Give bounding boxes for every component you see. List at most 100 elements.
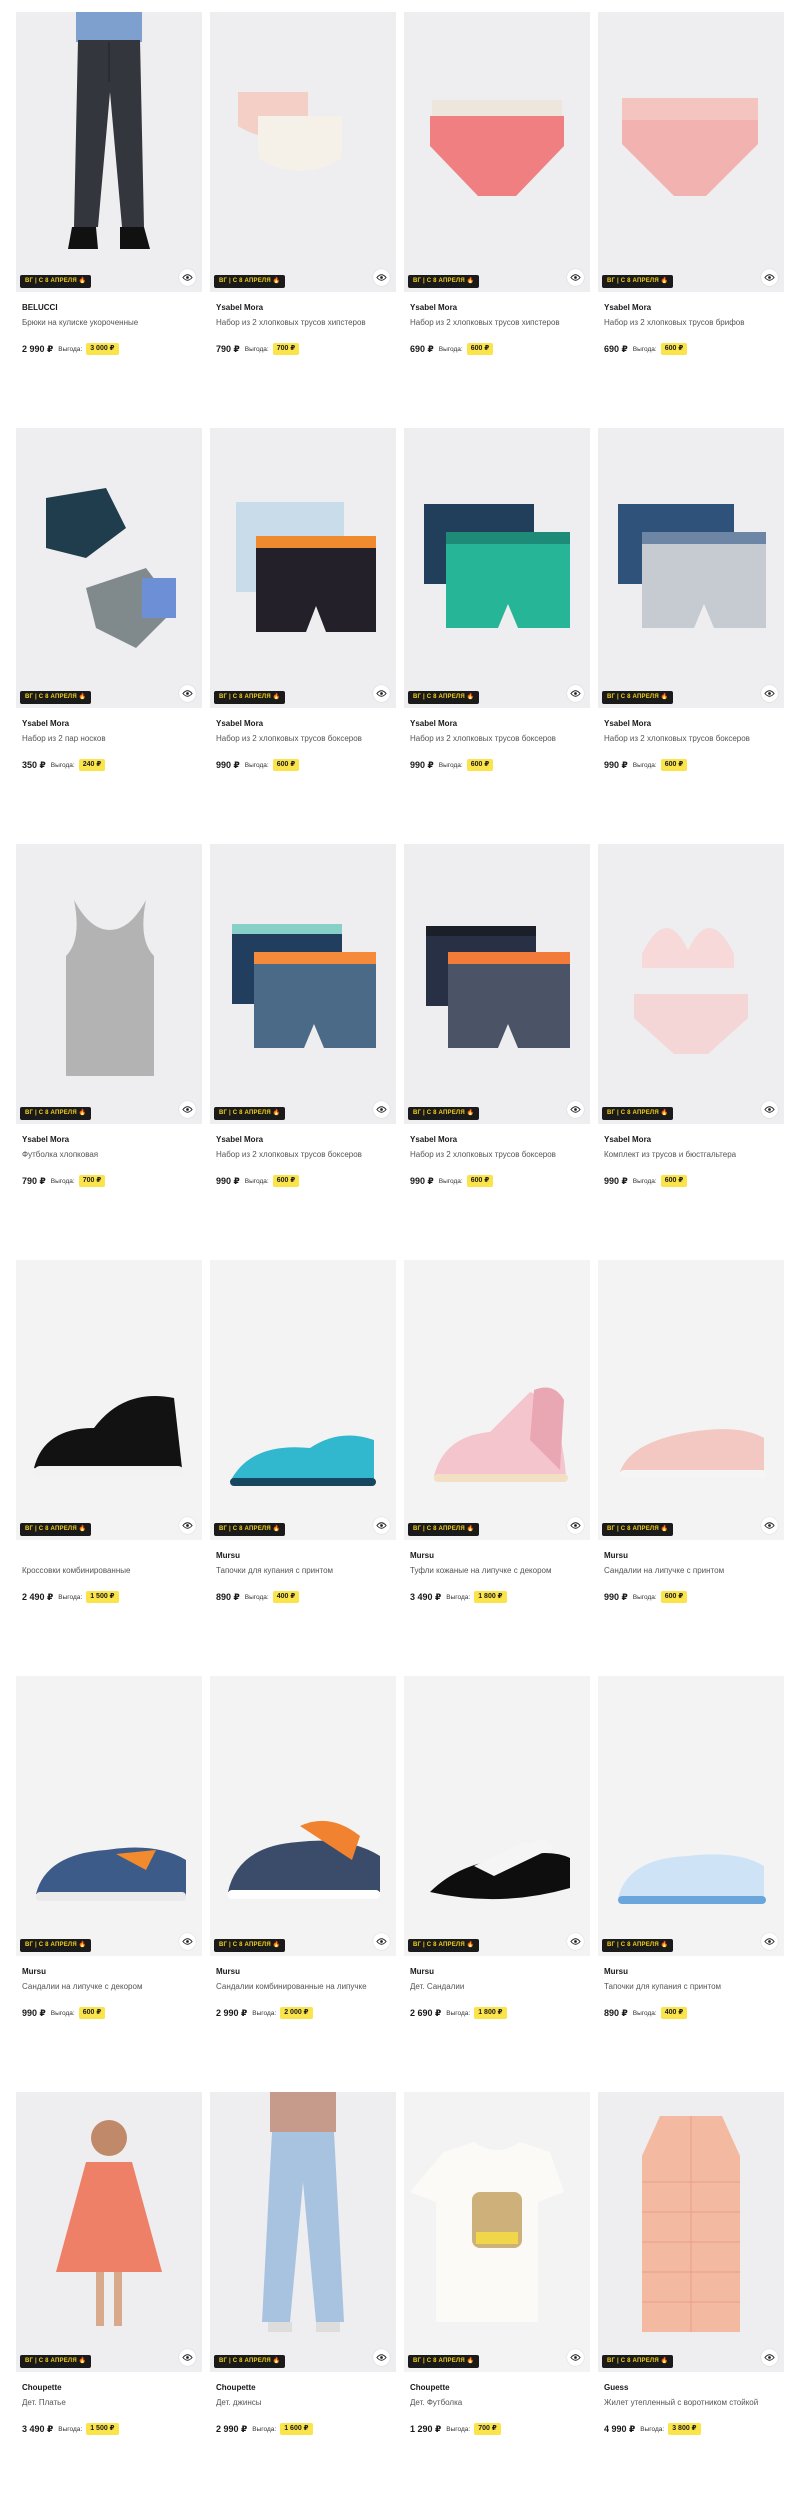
quick-view-eye-icon[interactable] — [567, 1101, 584, 1118]
product-card[interactable]: ВГ | С 8 АПРЕЛЯ 🔥 Ysabel Mora Набор из 2… — [404, 844, 590, 1252]
product-card[interactable]: ВГ | С 8 АПРЕЛЯ 🔥 Choupette Дет. джинсы … — [210, 2092, 396, 2500]
product-title[interactable]: Набор из 2 хлопковых трусов боксеров — [216, 733, 396, 744]
product-image[interactable]: ВГ | С 8 АПРЕЛЯ 🔥 — [210, 428, 396, 708]
quick-view-eye-icon[interactable] — [567, 1933, 584, 1950]
product-image[interactable]: ВГ | С 8 АПРЕЛЯ 🔥 — [598, 428, 784, 708]
product-image[interactable]: ВГ | С 8 АПРЕЛЯ 🔥 — [16, 844, 202, 1124]
product-title[interactable]: Дет. джинсы — [216, 2397, 396, 2408]
product-card[interactable]: ВГ | С 8 АПРЕЛЯ 🔥 Mursu Тапочки для купа… — [210, 1260, 396, 1668]
product-image[interactable]: ВГ | С 8 АПРЕЛЯ 🔥 — [210, 12, 396, 292]
product-image[interactable]: ВГ | С 8 АПРЕЛЯ 🔥 — [16, 2092, 202, 2372]
quick-view-eye-icon[interactable] — [761, 685, 778, 702]
product-title[interactable]: Набор из 2 хлопковых трусов боксеров — [216, 1149, 396, 1160]
product-card[interactable]: ВГ | С 8 АПРЕЛЯ 🔥 Кроссовки комбинирован… — [16, 1260, 202, 1668]
product-card[interactable]: ВГ | С 8 АПРЕЛЯ 🔥 Mursu Дет. Сандалии 2 … — [404, 1676, 590, 2084]
quick-view-eye-icon[interactable] — [567, 2349, 584, 2366]
product-card[interactable]: ВГ | С 8 АПРЕЛЯ 🔥 Choupette Дет. Футболк… — [404, 2092, 590, 2500]
product-title[interactable]: Комплект из трусов и бюстгальтера — [604, 1149, 784, 1160]
product-card[interactable]: ВГ | С 8 АПРЕЛЯ 🔥 Ysabel Mora Футболка х… — [16, 844, 202, 1252]
product-title[interactable]: Сандалии комбинированные на липучке — [216, 1981, 396, 1992]
quick-view-eye-icon[interactable] — [373, 269, 390, 286]
product-image[interactable]: ВГ | С 8 АПРЕЛЯ 🔥 — [404, 1676, 590, 1956]
product-image[interactable]: ВГ | С 8 АПРЕЛЯ 🔥 — [598, 844, 784, 1124]
product-title[interactable]: Набор из 2 хлопковых трусов боксеров — [410, 733, 590, 744]
product-title[interactable]: Набор из 2 пар носков — [22, 733, 202, 744]
quick-view-eye-icon[interactable] — [761, 1933, 778, 1950]
product-title[interactable]: Сандалии на липучке с декором — [22, 1981, 202, 1992]
product-image[interactable]: ВГ | С 8 АПРЕЛЯ 🔥 — [598, 1260, 784, 1540]
quick-view-eye-icon[interactable] — [373, 685, 390, 702]
quick-view-eye-icon[interactable] — [179, 1101, 196, 1118]
product-card[interactable]: ВГ | С 8 АПРЕЛЯ 🔥 Ysabel Mora Набор из 2… — [404, 12, 590, 420]
product-card[interactable]: ВГ | С 8 АПРЕЛЯ 🔥 Ysabel Mora Набор из 2… — [598, 428, 784, 836]
quick-view-eye-icon[interactable] — [179, 1517, 196, 1534]
quick-view-eye-icon[interactable] — [179, 685, 196, 702]
product-title[interactable]: Дет. Сандалии — [410, 1981, 590, 1992]
quick-view-eye-icon[interactable] — [567, 685, 584, 702]
product-card[interactable]: ВГ | С 8 АПРЕЛЯ 🔥 Ysabel Mora Комплект и… — [598, 844, 784, 1252]
product-title[interactable]: Кроссовки комбинированные — [22, 1565, 202, 1576]
product-card[interactable]: ВГ | С 8 АПРЕЛЯ 🔥 Mursu Туфли кожаные на… — [404, 1260, 590, 1668]
quick-view-eye-icon[interactable] — [373, 1101, 390, 1118]
product-title[interactable]: Дет. Платье — [22, 2397, 202, 2408]
product-card[interactable]: ВГ | С 8 АПРЕЛЯ 🔥 Mursu Сандалии на липу… — [598, 1260, 784, 1668]
product-title[interactable]: Туфли кожаные на липучке с декором — [410, 1565, 590, 1576]
product-image[interactable]: ВГ | С 8 АПРЕЛЯ 🔥 — [404, 2092, 590, 2372]
quick-view-eye-icon[interactable] — [761, 269, 778, 286]
product-brand: Ysabel Mora — [604, 719, 652, 728]
quick-view-eye-icon[interactable] — [179, 269, 196, 286]
product-image[interactable]: ВГ | С 8 АПРЕЛЯ 🔥 — [210, 1676, 396, 1956]
product-title[interactable]: Футболка хлопковая — [22, 1149, 202, 1160]
product-image[interactable]: ВГ | С 8 АПРЕЛЯ 🔥 — [598, 1676, 784, 1956]
product-image[interactable]: ВГ | С 8 АПРЕЛЯ 🔥 — [16, 1676, 202, 1956]
product-card[interactable]: ВГ | С 8 АПРЕЛЯ 🔥 Mursu Сандалии на липу… — [16, 1676, 202, 2084]
product-card[interactable]: ВГ | С 8 АПРЕЛЯ 🔥 Ysabel Mora Набор из 2… — [598, 12, 784, 420]
product-card[interactable]: ВГ | С 8 АПРЕЛЯ 🔥 Ysabel Mora Набор из 2… — [210, 428, 396, 836]
product-card[interactable]: ВГ | С 8 АПРЕЛЯ 🔥 Ysabel Mora Набор из 2… — [16, 428, 202, 836]
product-title[interactable]: Набор из 2 хлопковых трусов хипстеров — [216, 317, 396, 328]
product-image[interactable]: ВГ | С 8 АПРЕЛЯ 🔥 — [598, 2092, 784, 2372]
product-title[interactable]: Набор из 2 хлопковых трусов боксеров — [604, 733, 784, 744]
product-image[interactable]: ВГ | С 8 АПРЕЛЯ 🔥 — [210, 844, 396, 1124]
product-title[interactable]: Набор из 2 хлопковых трусов брифов — [604, 317, 784, 328]
quick-view-eye-icon[interactable] — [179, 2349, 196, 2366]
product-title[interactable]: Сандалии на липучке с принтом — [604, 1565, 784, 1576]
product-title[interactable]: Тапочки для купания с принтом — [604, 1981, 784, 1992]
product-card[interactable]: ВГ | С 8 АПРЕЛЯ 🔥 Choupette Дет. Платье … — [16, 2092, 202, 2500]
quick-view-eye-icon[interactable] — [373, 2349, 390, 2366]
product-image[interactable]: ВГ | С 8 АПРЕЛЯ 🔥 — [404, 844, 590, 1124]
product-image[interactable]: ВГ | С 8 АПРЕЛЯ 🔥 — [404, 12, 590, 292]
product-image[interactable]: ВГ | С 8 АПРЕЛЯ 🔥 — [16, 12, 202, 292]
product-card[interactable]: ВГ | С 8 АПРЕЛЯ 🔥 Ysabel Mora Набор из 2… — [210, 844, 396, 1252]
product-title[interactable]: Набор из 2 хлопковых трусов боксеров — [410, 1149, 590, 1160]
product-title[interactable]: Жилет утепленный с воротником стойкой — [604, 2397, 784, 2408]
product-image[interactable]: ВГ | С 8 АПРЕЛЯ 🔥 — [598, 12, 784, 292]
product-image[interactable]: ВГ | С 8 АПРЕЛЯ 🔥 — [210, 1260, 396, 1540]
product-image[interactable]: ВГ | С 8 АПРЕЛЯ 🔥 — [210, 2092, 396, 2372]
quick-view-eye-icon[interactable] — [567, 269, 584, 286]
quick-view-eye-icon[interactable] — [567, 1517, 584, 1534]
product-card[interactable]: ВГ | С 8 АПРЕЛЯ 🔥 Ysabel Mora Набор из 2… — [210, 12, 396, 420]
quick-view-eye-icon[interactable] — [761, 1101, 778, 1118]
promo-badge: ВГ | С 8 АПРЕЛЯ 🔥 — [602, 1939, 674, 1952]
quick-view-eye-icon[interactable] — [373, 1517, 390, 1534]
product-image[interactable]: ВГ | С 8 АПРЕЛЯ 🔥 — [16, 428, 202, 708]
quick-view-eye-icon[interactable] — [761, 2349, 778, 2366]
product-title[interactable]: Дет. Футболка — [410, 2397, 590, 2408]
gain-label: Выгода: — [632, 761, 657, 769]
quick-view-eye-icon[interactable] — [373, 1933, 390, 1950]
product-image[interactable]: ВГ | С 8 АПРЕЛЯ 🔥 — [16, 1260, 202, 1540]
product-title[interactable]: Брюки на кулиске укороченные — [22, 317, 202, 328]
product-image[interactable]: ВГ | С 8 АПРЕЛЯ 🔥 — [404, 428, 590, 708]
quick-view-eye-icon[interactable] — [761, 1517, 778, 1534]
product-image[interactable]: ВГ | С 8 АПРЕЛЯ 🔥 — [404, 1260, 590, 1540]
promo-badge: ВГ | С 8 АПРЕЛЯ 🔥 — [214, 1939, 286, 1952]
product-title[interactable]: Набор из 2 хлопковых трусов хипстеров — [410, 317, 590, 328]
product-card[interactable]: ВГ | С 8 АПРЕЛЯ 🔥 Guess Жилет утепленный… — [598, 2092, 784, 2500]
product-card[interactable]: ВГ | С 8 АПРЕЛЯ 🔥 BELUCCI Брюки на кулис… — [16, 12, 202, 420]
quick-view-eye-icon[interactable] — [179, 1933, 196, 1950]
product-title[interactable]: Тапочки для купания с принтом — [216, 1565, 396, 1576]
product-card[interactable]: ВГ | С 8 АПРЕЛЯ 🔥 Ysabel Mora Набор из 2… — [404, 428, 590, 836]
product-card[interactable]: ВГ | С 8 АПРЕЛЯ 🔥 Mursu Тапочки для купа… — [598, 1676, 784, 2084]
product-card[interactable]: ВГ | С 8 АПРЕЛЯ 🔥 Mursu Сандалии комбини… — [210, 1676, 396, 2084]
